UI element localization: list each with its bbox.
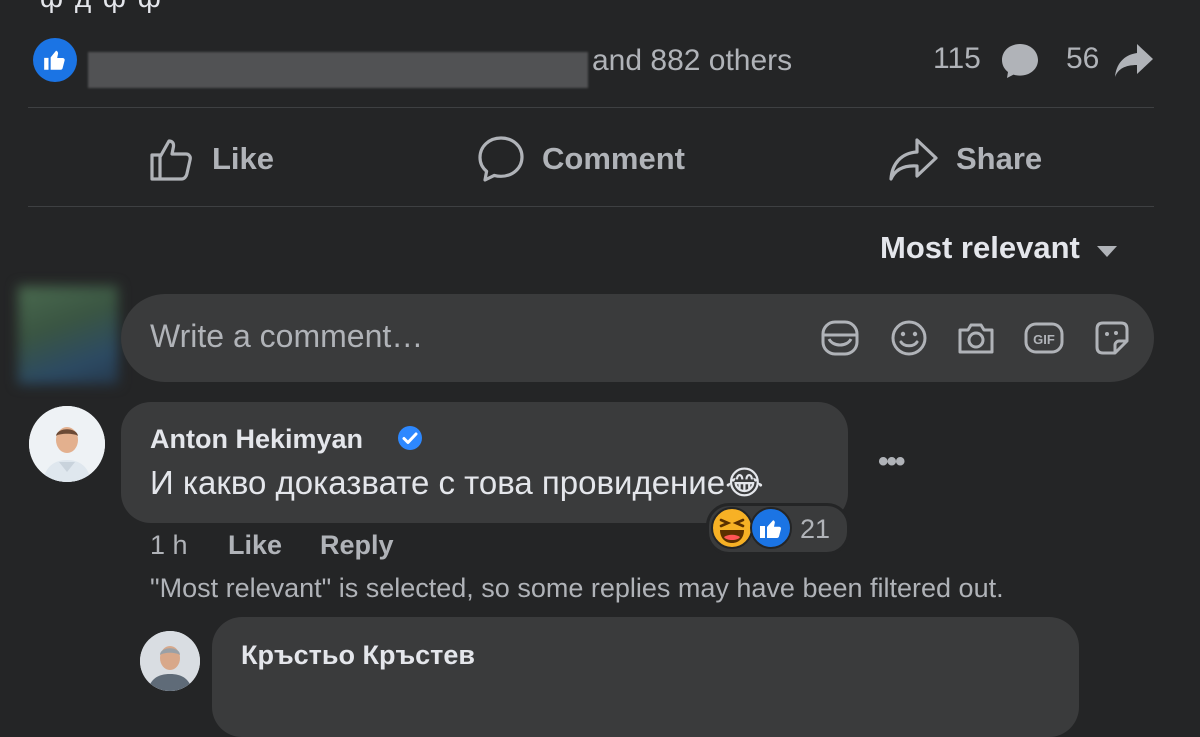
comment-button-label: Comment (542, 141, 685, 176)
haha-reaction-icon (710, 506, 754, 555)
share-icon (888, 135, 940, 183)
divider (28, 107, 1154, 108)
comment-like-button[interactable]: Like (228, 530, 282, 561)
like-reaction-badge-icon[interactable] (33, 38, 77, 82)
gif-icon[interactable]: GIF (1022, 316, 1066, 360)
share-count-icon (1113, 42, 1155, 85)
filter-notice: "Most relevant" is selected, so some rep… (150, 573, 1004, 603)
reply-author-avatar[interactable] (140, 631, 200, 691)
share-button-label: Share (956, 141, 1043, 176)
share-button[interactable]: Share (888, 132, 1042, 186)
camera-icon[interactable] (954, 316, 998, 360)
divider (28, 206, 1154, 207)
chevron-down-icon (1096, 230, 1118, 266)
svg-text:GIF: GIF (1033, 332, 1055, 347)
reaction-count: 21 (800, 514, 831, 544)
comment-icon (476, 134, 526, 184)
redacted-reactor-names (88, 52, 588, 88)
more-options-icon[interactable]: ••• (878, 445, 905, 479)
comment-timestamp[interactable]: 1 h (150, 530, 188, 561)
reply-bubble (212, 617, 1079, 737)
current-user-avatar (18, 286, 118, 384)
like-reaction-icon (749, 506, 793, 555)
comment-text: И какво доказвате с това провидение😂 (150, 464, 764, 501)
comment-button[interactable]: Comment (476, 132, 685, 186)
comment-count[interactable]: 115 (933, 42, 981, 76)
verified-badge-icon (396, 424, 424, 457)
commenter-avatar[interactable] (29, 406, 105, 482)
avatar-sticker-icon[interactable] (818, 316, 862, 360)
like-icon (148, 135, 196, 183)
emoji-icon[interactable] (887, 316, 931, 360)
post-text-cropped: ф д ф ф (40, 0, 163, 14)
sticker-icon[interactable] (1090, 316, 1134, 360)
reactions-summary-text[interactable]: and 882 others (592, 44, 792, 78)
comment-author[interactable]: Anton Hekimyan (150, 424, 363, 455)
like-button-label: Like (212, 141, 275, 176)
sort-label: Most relevant (880, 230, 1080, 265)
comment-input-placeholder: Write a comment… (150, 318, 424, 354)
comment-reply-button[interactable]: Reply (320, 530, 394, 561)
like-button[interactable]: Like (148, 132, 274, 186)
comment-count-icon (1000, 42, 1040, 85)
reply-author[interactable]: Кръстьо Кръстев (241, 640, 475, 671)
share-count[interactable]: 56 (1066, 42, 1099, 76)
sort-comments-dropdown[interactable]: Most relevant (880, 230, 1118, 266)
